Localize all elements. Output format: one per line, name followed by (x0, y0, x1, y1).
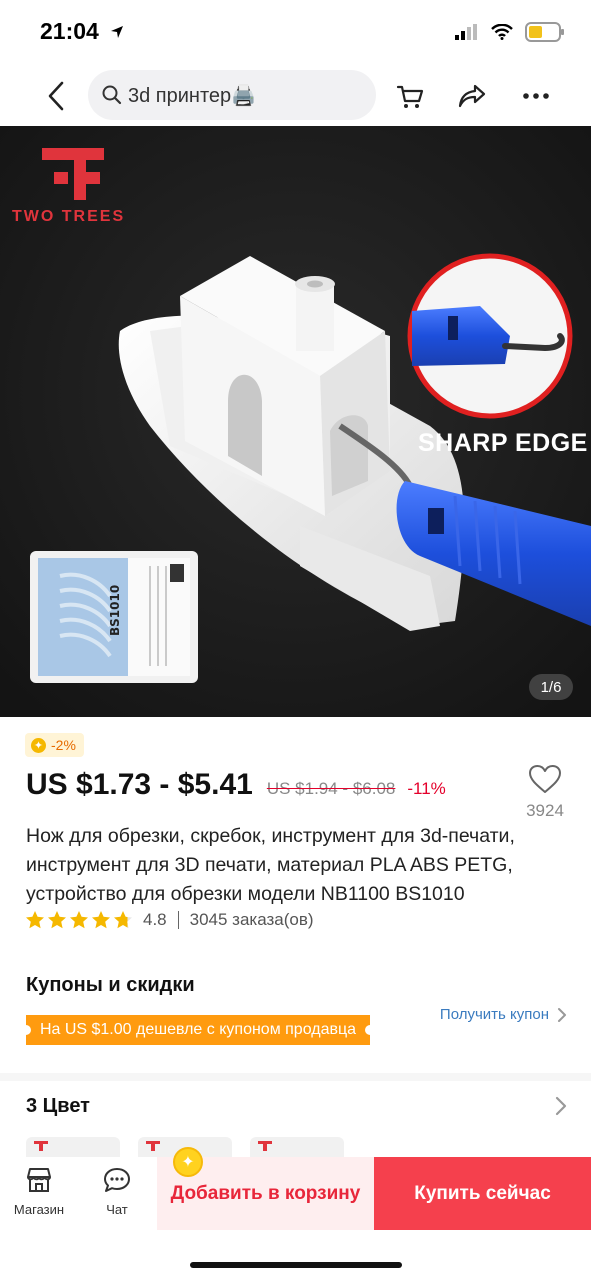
discount-percent: -11% (407, 779, 446, 798)
buy-now-button[interactable]: Купить сейчас (374, 1157, 591, 1230)
rating-value: 4.8 (143, 910, 167, 929)
battery-icon (525, 22, 564, 42)
store-icon (27, 1168, 51, 1192)
share-icon (458, 84, 486, 108)
status-time: 21:04 (40, 18, 125, 45)
half-star-icon (114, 911, 132, 929)
back-button[interactable] (36, 76, 76, 116)
get-coupon-button[interactable]: Получить купон (440, 1006, 567, 1023)
color-chevron-button[interactable] (555, 1096, 567, 1121)
image-caption: SHARP EDGE (418, 429, 588, 457)
chevron-right-icon (558, 1007, 566, 1022)
chat-tab[interactable]: Чат (92, 1165, 142, 1217)
wishlist-count: 3924 (526, 801, 564, 820)
status-bar: 21:04 (0, 0, 591, 64)
search-input[interactable]: 3d принтер🖨️ (88, 70, 376, 120)
buy-now-label: Купить сейчас (414, 1182, 551, 1204)
share-button[interactable] (452, 76, 492, 116)
star-icon (48, 911, 66, 929)
star-icon (26, 911, 44, 929)
old-price: US $1.94 - $6.08 (266, 779, 396, 798)
chat-label: Чат (106, 1202, 128, 1217)
color-heading[interactable]: 3 Цвет (26, 1095, 90, 1118)
coin-icon: ✦ (31, 737, 46, 753)
search-icon (102, 85, 122, 105)
cart-button[interactable] (390, 76, 430, 116)
image-counter: 1/6 (529, 674, 573, 700)
bottom-action-bar: Магазин Чат Добавить в корзину Купить се… (0, 1157, 591, 1230)
top-nav: 3d принтер🖨️ (0, 64, 591, 126)
brand-logo-icon (258, 1141, 272, 1151)
section-divider (0, 1073, 591, 1081)
more-button[interactable] (516, 76, 556, 116)
cart-icon (396, 85, 424, 108)
rating-stars (25, 910, 133, 930)
product-title: Нож для обрезки, скребок, инструмент для… (26, 825, 515, 905)
store-label: Магазин (13, 1202, 65, 1217)
star-icon (70, 911, 88, 929)
rating-row[interactable]: 4.8 3045 заказа(ов) (25, 910, 314, 930)
heart-icon (529, 765, 561, 793)
store-tab[interactable]: Магазин (8, 1165, 70, 1217)
coin-icon: ✦ (173, 1147, 203, 1177)
more-dots-icon (523, 93, 549, 99)
zoom-inset (407, 253, 573, 419)
product-image-gallery[interactable]: TWO TREES SHARP EDGE BS1010 1/6 (0, 126, 591, 717)
badge-text: -2% (51, 737, 76, 753)
divider (177, 911, 179, 929)
brand-logo-icon (146, 1141, 160, 1151)
seller-coupon-banner: На US $1.00 дешевле с купоном продавца (21, 1015, 375, 1045)
cellular-signal-icon (455, 24, 477, 40)
star-icon (92, 911, 110, 929)
search-query: 3d принтер🖨️ (128, 84, 257, 107)
price-row: US $1.73 - $5.41 US $1.94 - $6.08 -11% (26, 768, 446, 802)
add-to-cart-label: Добавить в корзину (170, 1182, 361, 1204)
status-time-text: 21:04 (40, 18, 99, 44)
home-indicator[interactable] (190, 1262, 402, 1268)
wishlist-button[interactable]: 3924 (522, 764, 568, 821)
brand-logo-icon (34, 1141, 48, 1151)
brand-name: TWO TREES (12, 208, 126, 225)
coupon-banner-text: На US $1.00 дешевле с купоном продавца (39, 1021, 357, 1038)
coupons-heading: Купоны и скидки (26, 974, 195, 996)
chat-icon (104, 1168, 130, 1192)
coin-discount-badge: ✦ -2% (25, 733, 84, 757)
battery-level (529, 26, 542, 38)
chevron-left-icon (48, 81, 64, 111)
wifi-icon (491, 24, 513, 40)
pack-label: BS1010 (108, 584, 122, 636)
orders-count: 3045 заказа(ов) (189, 910, 314, 929)
chevron-right-icon (555, 1096, 567, 1116)
price-range: US $1.73 - $5.41 (26, 768, 253, 801)
get-coupon-label: Получить купон (439, 1006, 549, 1023)
status-indicators (455, 22, 564, 42)
location-arrow-icon (111, 26, 124, 38)
